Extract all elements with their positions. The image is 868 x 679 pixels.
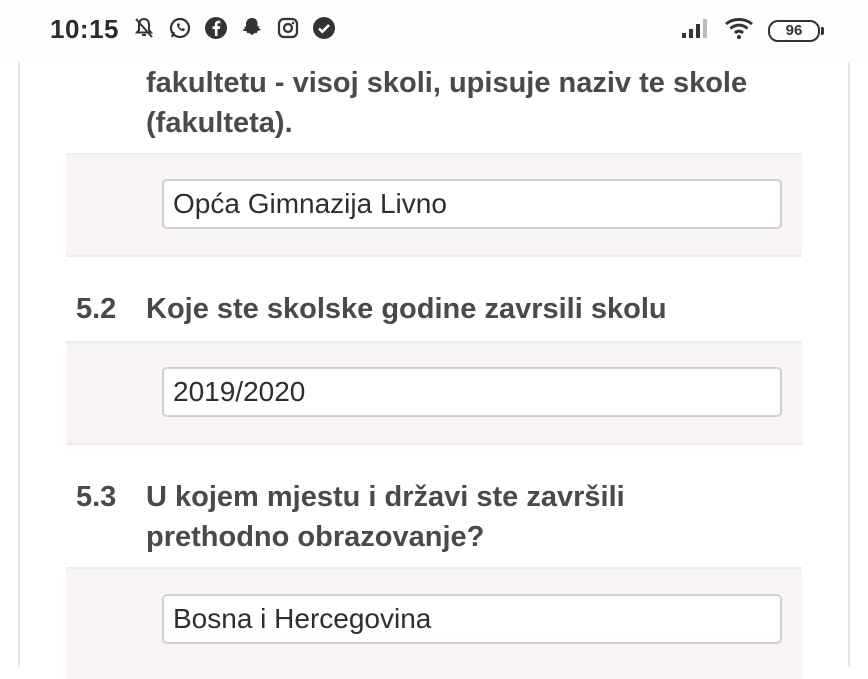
question-5-1-text-line-1: fakultetu - visoj skoli, upisuje naziv t… <box>146 67 748 99</box>
question-5-2-number: 5.2 <box>76 293 117 325</box>
wifi-icon <box>724 16 754 45</box>
previous-education-location-input[interactable]: Bosna i Hercegovina <box>162 594 782 644</box>
answer-panel-5-1: Opća Gimnazija Livno <box>66 153 802 257</box>
school-year-input[interactable]: 2019/2020 <box>162 367 782 417</box>
notification-icons <box>132 16 336 40</box>
school-name-input[interactable]: Opća Gimnazija Livno <box>162 179 782 229</box>
battery-icon: 96 <box>768 19 824 42</box>
question-5-2-text: Koje ste skolske godine zavrsili skolu <box>146 293 667 325</box>
page-left-edge <box>18 62 20 667</box>
answer-panel-5-3: Bosna i Hercegovina <box>66 567 802 679</box>
status-time: 10:15 <box>50 14 119 44</box>
facebook-icon <box>204 16 228 40</box>
snapchat-icon <box>240 16 264 40</box>
question-5-3-number: 5.3 <box>76 481 117 513</box>
page-right-edge <box>848 62 850 667</box>
answer-panel-5-2: 2019/2020 <box>66 341 802 445</box>
question-5-3-text-line-1: U kojem mjestu i državi ste završili <box>146 481 625 513</box>
question-5-3-text-line-2: prethodno obrazovanje? <box>146 521 485 553</box>
question-5-1-text-line-2: (fakulteta). <box>146 107 293 139</box>
whatsapp-icon <box>168 16 192 40</box>
instagram-icon <box>276 16 300 40</box>
signal-icon <box>680 17 710 44</box>
notifications-off-icon <box>132 16 156 40</box>
status-bar: 10:15 96 <box>0 0 868 62</box>
system-icons: 96 <box>680 16 824 45</box>
check-circle-icon <box>312 16 336 40</box>
